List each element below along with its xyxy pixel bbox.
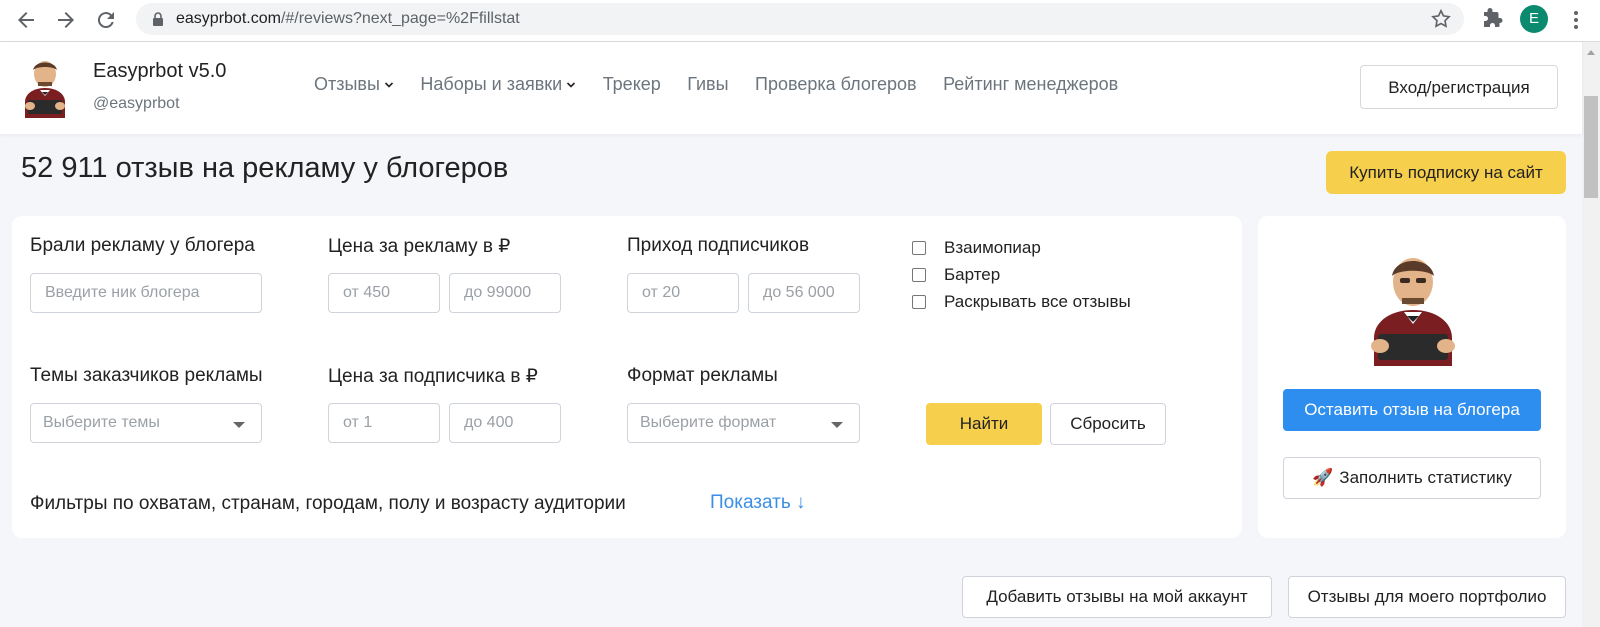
browser-toolbar: easyprbot.com/#/reviews?next_page=%2Ffil…	[0, 0, 1600, 42]
star-icon[interactable]	[1430, 8, 1452, 30]
scroll-thumb[interactable]	[1584, 96, 1598, 198]
buy-subscription-button[interactable]: Купить подписку на сайт	[1326, 151, 1566, 194]
mutual-pr-checkbox[interactable]	[912, 241, 926, 255]
cps-to-input[interactable]	[449, 403, 561, 443]
add-reviews-to-account-button[interactable]: Добавить отзывы на мой аккаунт	[962, 576, 1272, 618]
nav-reviews[interactable]: Отзывы	[314, 74, 394, 95]
expand-all-checkbox-row[interactable]: Раскрывать все отзывы	[912, 292, 1131, 314]
themes-filter-label: Темы заказчиков рекламы	[30, 365, 263, 386]
reset-button[interactable]: Сбросить	[1050, 403, 1166, 445]
chevron-down-icon	[384, 82, 394, 88]
nav-sets-requests[interactable]: Наборы и заявки	[420, 74, 576, 95]
cps-from-input[interactable]	[328, 403, 440, 443]
format-select[interactable]: Выберите формат	[627, 403, 860, 443]
profile-avatar[interactable]: E	[1520, 5, 1548, 33]
nav-blogger-check[interactable]: Проверка блогеров	[755, 74, 917, 95]
barter-checkbox-row[interactable]: Бартер	[912, 265, 1000, 287]
leave-review-button[interactable]: Оставить отзыв на блогера	[1283, 389, 1541, 431]
barter-checkbox[interactable]	[912, 268, 926, 282]
url-text[interactable]: easyprbot.com/#/reviews?next_page=%2Ffil…	[176, 9, 520, 29]
price-filter-label: Цена за рекламу в ₽	[328, 236, 511, 257]
brand-handle: @easyprbot	[93, 95, 180, 112]
portfolio-reviews-button[interactable]: Отзывы для моего портфолио	[1288, 576, 1566, 618]
forward-arrow-icon[interactable]	[54, 8, 78, 32]
page-scrollbar[interactable]	[1582, 42, 1600, 627]
expand-all-label: Раскрывать все отзывы	[944, 292, 1131, 311]
themes-select[interactable]: Выберите темы	[30, 403, 262, 443]
dropdown-caret-icon	[233, 422, 245, 428]
page-title: 52 911 отзыв на рекламу у блогеров	[21, 152, 509, 184]
blogger-filter-label: Брали рекламу у блогера	[30, 235, 255, 256]
format-placeholder: Выберите формат	[640, 414, 777, 431]
login-register-button[interactable]: Вход/регистрация	[1360, 65, 1558, 109]
rocket-icon: 🚀	[1312, 468, 1334, 487]
back-arrow-icon[interactable]	[14, 8, 38, 32]
mutual-pr-checkbox-row[interactable]: Взаимопиар	[912, 238, 1041, 260]
lock-icon[interactable]	[150, 11, 166, 27]
show-extra-filters-link[interactable]: Показать ↓	[710, 492, 806, 514]
nav-reviews-label: Отзывы	[314, 74, 380, 94]
cps-filter-label: Цена за подписчика в ₽	[328, 366, 538, 387]
url-host: easyprbot.com	[176, 10, 281, 27]
dropdown-caret-icon	[831, 422, 843, 428]
fill-statistics-label: Заполнить статистику	[1339, 468, 1512, 487]
puzzle-icon[interactable]	[1480, 7, 1504, 31]
find-button[interactable]: Найти	[926, 403, 1042, 445]
site-header: Easyprbot v5.0 @easyprbot Отзывы Наборы …	[0, 42, 1582, 134]
mascot-image	[1360, 248, 1466, 366]
scroll-up-arrow-icon[interactable]	[1587, 50, 1595, 55]
nav-giveaways[interactable]: Гивы	[687, 74, 728, 95]
subscribers-filter-label: Приход подписчиков	[627, 235, 810, 256]
address-bar[interactable]: easyprbot.com/#/reviews?next_page=%2Ffil…	[136, 3, 1464, 35]
format-filter-label: Формат рекламы	[627, 365, 778, 386]
price-from-input[interactable]	[328, 273, 440, 313]
subscribers-from-input[interactable]	[627, 273, 739, 313]
extra-filters-label: Фильтры по охватам, странам, городам, по…	[30, 493, 626, 514]
nav-sets-label: Наборы и заявки	[420, 74, 563, 94]
barter-label: Бартер	[944, 265, 1001, 284]
fill-statistics-button[interactable]: 🚀 Заполнить статистику	[1283, 457, 1541, 499]
mutual-pr-label: Взаимопиар	[944, 238, 1041, 257]
price-to-input[interactable]	[449, 273, 561, 313]
brand-name[interactable]: Easyprbot v5.0	[93, 60, 226, 83]
mascot-logo[interactable]	[16, 56, 74, 118]
chevron-down-icon	[567, 82, 576, 88]
main-nav: Отзывы Наборы и заявки Трекер Гивы Прове…	[314, 74, 1140, 98]
nav-manager-rating[interactable]: Рейтинг менеджеров	[943, 74, 1118, 95]
blogger-nick-input[interactable]	[30, 273, 262, 313]
subscribers-to-input[interactable]	[748, 273, 860, 313]
expand-all-checkbox[interactable]	[912, 295, 926, 309]
url-path: /#/reviews?next_page=%2Ffillstat	[280, 10, 520, 27]
kebab-menu-icon[interactable]	[1566, 8, 1586, 32]
nav-tracker[interactable]: Трекер	[603, 74, 661, 95]
reload-icon[interactable]	[94, 8, 118, 32]
themes-placeholder: Выберите темы	[43, 414, 160, 431]
